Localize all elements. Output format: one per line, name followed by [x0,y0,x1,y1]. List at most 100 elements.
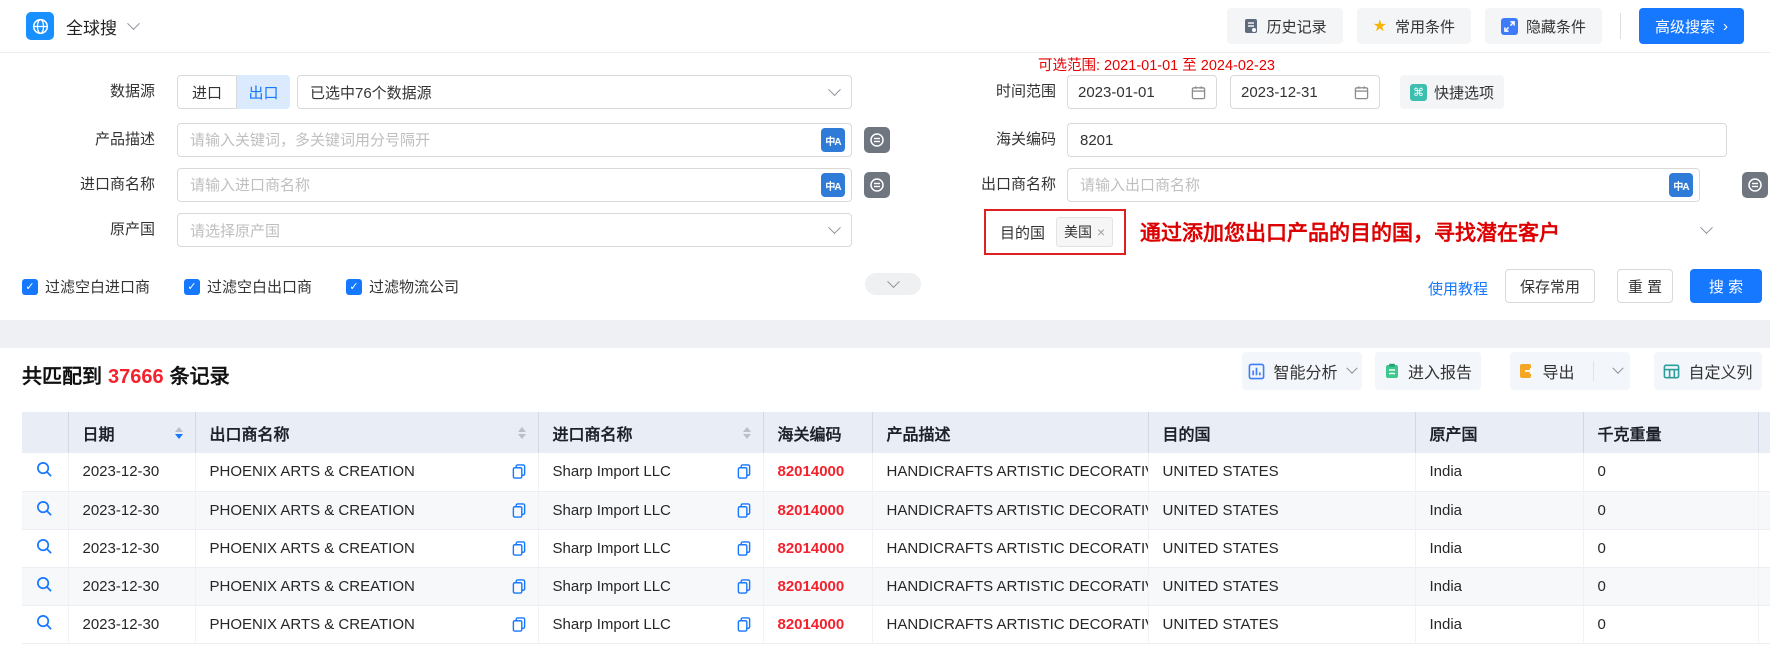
product-desc-label: 产品描述 [0,123,155,157]
magnifier-icon[interactable] [36,614,53,631]
smart-analysis-button[interactable]: 智能分析 [1242,352,1362,390]
col-destination: 目的国 [1148,412,1415,453]
chevron-down-icon[interactable] [1612,363,1623,374]
custom-columns-button[interactable]: 自定义列 [1654,352,1762,390]
hs-code-cell[interactable]: 82014000 [763,567,872,605]
end-date-picker[interactable]: 2023-12-31 [1230,75,1380,109]
app-title: 全球搜 [66,14,117,39]
export-toggle-option[interactable]: 出口 [237,75,290,109]
hs-code-cell[interactable]: 82014000 [763,529,872,567]
clipped-cell [1758,605,1770,643]
clipped-cell [1758,567,1770,605]
copy-icon[interactable] [737,579,751,594]
product-cell: HANDICRAFTS ARTISTIC DECORATIV [872,453,1148,491]
hs-code-cell[interactable]: 82014000 [763,605,872,643]
search-form: 可选范围: 2021-01-01 至 2024-02-23 数据源 进口 出口 … [0,54,1770,320]
data-source-select[interactable]: 已选中76个数据源 [297,75,852,109]
origin-cell: India [1415,491,1583,529]
command-icon: ⌘ [1410,84,1427,101]
translate-icon[interactable]: 中A [1669,173,1693,197]
origin-country-select[interactable]: 请选择原产国 [177,213,852,247]
exporter-input[interactable] [1067,168,1700,202]
hs-code-cell[interactable]: 82014000 [763,453,872,491]
destination-tag[interactable]: 美国 × [1056,217,1113,247]
copy-icon[interactable] [512,579,526,594]
hide-conditions-button[interactable]: 隐藏条件 [1485,8,1602,44]
arrow-right-icon: › [1723,18,1728,35]
collapse-form-button[interactable] [865,273,921,295]
weight-cell: 0 [1583,605,1758,643]
weight-cell: 0 [1583,529,1758,567]
translate-icon[interactable]: 中A [821,173,845,197]
sort-icons[interactable] [743,427,751,439]
copy-icon[interactable] [512,503,526,518]
section-divider [0,320,1770,348]
advanced-search-button[interactable]: 高级搜索 › [1639,8,1744,44]
importer-input[interactable] [177,168,852,202]
export-button[interactable]: 导出 [1510,352,1630,390]
synonym-expand-icon[interactable] [864,127,890,153]
exporter-label: 出口商名称 [900,168,1056,202]
row-preview-cell [22,529,68,567]
star-icon: ★ [1373,16,1387,36]
col-importer[interactable]: 进口商名称 [538,412,763,453]
col-hs-code: 海关编码 [763,412,872,453]
importer-cell: Sharp Import LLC [538,567,763,605]
date-cell: 2023-12-30 [68,529,195,567]
checkbox-checked-icon[interactable]: ✓ [346,279,362,295]
exporter-cell: PHOENIX ARTS & CREATION [195,567,538,605]
history-button[interactable]: 历史记录 [1227,8,1343,44]
sort-icons[interactable] [518,427,526,439]
clipped-cell [1758,453,1770,491]
copy-icon[interactable] [737,503,751,518]
table-body: 2023-12-30 PHOENIX ARTS & CREATION Sharp… [22,453,1770,643]
copy-icon[interactable] [737,464,751,479]
row-preview-cell [22,567,68,605]
magnifier-icon[interactable] [36,538,53,555]
destination-highlight-box: 目的国 美国 × [984,209,1126,255]
copy-icon[interactable] [512,464,526,479]
app-switcher[interactable]: 全球搜 [26,12,138,40]
filter-blank-importer[interactable]: ✓ 过滤空白进口商 [22,276,150,297]
copy-icon[interactable] [737,541,751,556]
enter-report-button[interactable]: 进入报告 [1375,352,1481,390]
magnifier-icon[interactable] [36,461,53,478]
weight-cell: 0 [1583,453,1758,491]
col-date[interactable]: 日期 [68,412,195,453]
copy-icon[interactable] [512,617,526,632]
copy-icon[interactable] [512,541,526,556]
page: 全球搜 历史记录 ★ 常用条件 隐藏条件 高级搜索 [0,0,1770,648]
date-cell: 2023-12-30 [68,491,195,529]
translate-icon[interactable]: 中A [821,128,845,152]
remove-tag-icon[interactable]: × [1097,224,1105,240]
product-cell: HANDICRAFTS ARTISTIC DECORATIV [872,605,1148,643]
checkbox-checked-icon[interactable]: ✓ [184,279,200,295]
product-desc-input[interactable] [177,123,852,157]
hs-code-cell[interactable]: 82014000 [763,491,872,529]
results-section: 共匹配到37666条记录 智能分析 进入报告 导出 [0,348,1770,648]
magnifier-icon[interactable] [36,576,53,593]
divider [1593,361,1594,381]
import-toggle-option[interactable]: 进口 [177,75,237,109]
synonym-expand-icon[interactable] [864,172,890,198]
synonym-expand-icon[interactable] [1742,172,1768,198]
reset-button[interactable]: 重 置 [1617,269,1673,303]
sort-icons[interactable] [175,427,183,439]
filter-logistics[interactable]: ✓ 过滤物流公司 [346,276,459,297]
quick-options-button[interactable]: ⌘ 快捷选项 [1400,75,1504,109]
search-button[interactable]: 搜 索 [1690,269,1762,303]
exporter-cell: PHOENIX ARTS & CREATION [195,491,538,529]
importer-cell: Sharp Import LLC [538,605,763,643]
tutorial-link[interactable]: 使用教程 [1428,278,1488,299]
favorite-conditions-button[interactable]: ★ 常用条件 [1357,8,1471,44]
magnifier-icon[interactable] [36,500,53,517]
history-icon [1243,18,1259,34]
save-common-button[interactable]: 保存常用 [1505,269,1595,303]
col-exporter[interactable]: 出口商名称 [195,412,538,453]
filter-blank-exporter[interactable]: ✓ 过滤空白出口商 [184,276,312,297]
checkbox-checked-icon[interactable]: ✓ [22,279,38,295]
copy-icon[interactable] [737,617,751,632]
hs-code-input[interactable] [1067,123,1727,157]
start-date-picker[interactable]: 2023-01-01 [1067,75,1217,109]
chevron-down-icon [1346,363,1357,374]
